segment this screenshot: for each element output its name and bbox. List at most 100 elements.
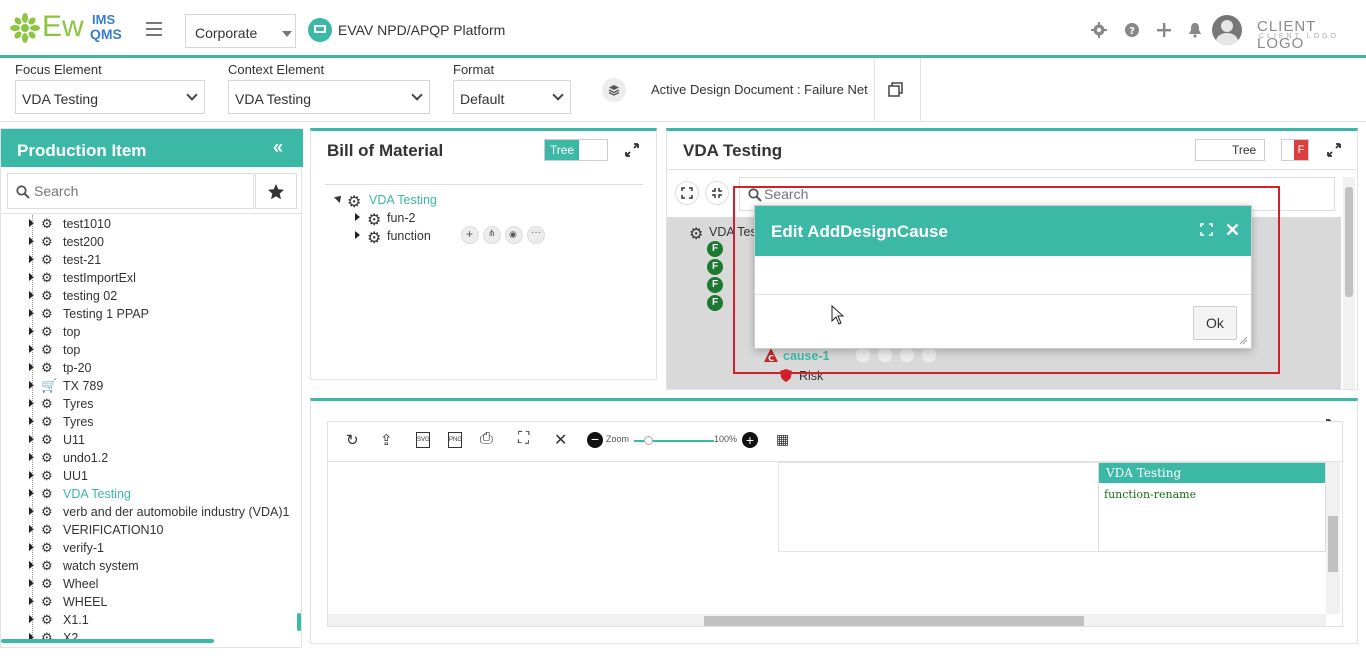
tree-item-label: tp-20: [63, 361, 92, 375]
tree-item-label: test1010: [63, 217, 111, 231]
gears-icon: ⚙: [41, 396, 53, 411]
hierarchy-icon: ⋔: [488, 228, 496, 238]
collapse-arrow-icon: [334, 193, 344, 203]
eye-icon: ◉: [509, 229, 517, 239]
tree-item-label: X2: [63, 631, 79, 639]
layers-button[interactable]: [602, 78, 626, 102]
gears-icon: ⚙: [41, 612, 53, 627]
view-button[interactable]: ◉: [505, 226, 523, 244]
vertical-scrollbar[interactable]: [297, 613, 301, 631]
resize-handle-icon[interactable]: [1239, 336, 1248, 345]
gears-icon: ⚙: [689, 226, 704, 243]
tree-item-label: test-21: [63, 253, 102, 267]
bom-child-label: function: [387, 229, 431, 243]
vda-divider: [667, 169, 1357, 170]
gears-icon: ⚙: [41, 234, 53, 249]
maximize-icon[interactable]: [1200, 223, 1213, 236]
layers-icon: [608, 85, 620, 96]
more-button[interactable]: ···: [527, 226, 545, 244]
tree-item-label: TX 789: [63, 379, 104, 393]
fit-icon[interactable]: ✕: [554, 430, 567, 450]
help-icon[interactable]: ?: [1124, 22, 1140, 38]
modal-header: Edit AddDesignCause: [755, 206, 1251, 256]
favorites-button[interactable]: [255, 173, 297, 209]
export-png-icon[interactable]: PNG: [448, 432, 462, 448]
app-logo[interactable]: Ew IMS QMS: [10, 8, 134, 48]
context-element-select[interactable]: VDA Testing: [228, 80, 430, 114]
focus-element-value: VDA Testing: [22, 91, 99, 107]
vda-node-card[interactable]: VDA Testing function-rename: [1098, 462, 1326, 552]
production-search-input[interactable]: [34, 180, 244, 202]
tree-item-label: X1.1: [63, 613, 89, 627]
horizontal-scrollbar[interactable]: [1, 639, 214, 643]
avatar[interactable]: [1212, 15, 1242, 45]
bom-child-label: fun-2: [387, 211, 416, 225]
org-select[interactable]: Corporate: [185, 14, 296, 48]
toolbar-divider: [874, 58, 875, 122]
svg-text:?: ?: [1129, 26, 1135, 37]
zoom-label: Zoom: [606, 434, 630, 444]
add-node-button[interactable]: +: [461, 226, 479, 244]
diagram-canvas[interactable]: ↻ ⇪ SVG PNG ⎙ ⛶ ✕ − Zoom 100% + ▦ VDA Te…: [327, 421, 1343, 627]
star-icon: [268, 184, 284, 200]
gear-icon[interactable]: [1091, 22, 1107, 38]
collapse-view-button[interactable]: [705, 181, 729, 205]
vda-scrollbar[interactable]: [1343, 177, 1355, 389]
close-icon[interactable]: [1226, 223, 1239, 236]
gears-icon: ⚙: [41, 576, 53, 591]
gears-icon: ⚙: [41, 270, 53, 285]
expand-icon[interactable]: [625, 143, 639, 157]
zoom-slider[interactable]: [634, 436, 714, 445]
f-badge: F: [1294, 140, 1308, 160]
grid-icon[interactable]: ▦: [776, 431, 789, 448]
function-node-icon[interactable]: F: [707, 277, 723, 293]
function-node-icon[interactable]: F: [707, 295, 723, 311]
hierarchy-button[interactable]: ⋔: [483, 226, 501, 244]
focus-element-select[interactable]: VDA Testing: [15, 80, 205, 114]
copy-button[interactable]: [888, 82, 904, 98]
gears-icon: ⚙: [41, 342, 53, 357]
ok-button[interactable]: Ok: [1193, 306, 1237, 340]
refresh-icon[interactable]: ↻: [346, 431, 359, 449]
print-icon[interactable]: ⎙: [480, 430, 493, 448]
bom-divider: [325, 184, 643, 185]
zoom-out-icon[interactable]: −: [587, 432, 603, 448]
upload-icon[interactable]: ⇪: [380, 431, 393, 449]
toolbar-divider-2: [920, 58, 921, 122]
context-toolbar: Focus Element VDA Testing Context Elemen…: [0, 58, 1366, 122]
fullscreen-icon[interactable]: ⛶: [518, 430, 529, 448]
function-node-icon[interactable]: F: [707, 241, 723, 257]
platform-title: EVAV NPD/APQP Platform: [338, 22, 506, 38]
tree-item-label: undo1.2: [63, 451, 109, 465]
chevron-down-icon: [552, 89, 564, 101]
gears-icon: ⚙: [41, 630, 53, 639]
gears-icon: ⚙: [41, 414, 53, 429]
plus-icon[interactable]: [1156, 22, 1172, 38]
zoom-value: 100%: [714, 434, 738, 444]
diagram-vertical-scrollbar[interactable]: [1326, 462, 1340, 614]
format-select[interactable]: Default: [453, 80, 571, 114]
gears-icon: ⚙: [347, 194, 362, 211]
expand-icon[interactable]: [1327, 143, 1341, 157]
hamburger-menu-icon[interactable]: [146, 22, 162, 36]
gears-icon: ⚙: [41, 504, 53, 519]
production-search[interactable]: [7, 173, 254, 209]
context-element-label: Context Element: [228, 62, 325, 77]
bom-tree-toggle[interactable]: Tree: [544, 139, 608, 161]
expand-arrow-icon: [355, 231, 360, 239]
export-svg-icon[interactable]: SVG: [416, 432, 430, 448]
gears-icon: ⚙: [367, 230, 382, 247]
gears-icon: ⚙: [41, 252, 53, 267]
gears-icon: ⚙: [41, 450, 53, 465]
zoom-slider-thumb[interactable]: [644, 436, 653, 445]
function-node-icon[interactable]: F: [707, 259, 723, 275]
tree-item-label: Tyres: [63, 415, 94, 429]
platform-icon: [308, 18, 332, 42]
collapse-panel-icon[interactable]: «: [273, 137, 283, 158]
diagram-horizontal-scrollbar[interactable]: [328, 614, 1326, 626]
vda-tree-toggle[interactable]: Tree: [1195, 139, 1265, 161]
f-toggle[interactable]: F: [1281, 139, 1309, 161]
bell-icon[interactable]: [1187, 22, 1203, 38]
fit-view-button[interactable]: [675, 181, 699, 205]
zoom-in-icon[interactable]: +: [742, 432, 758, 448]
